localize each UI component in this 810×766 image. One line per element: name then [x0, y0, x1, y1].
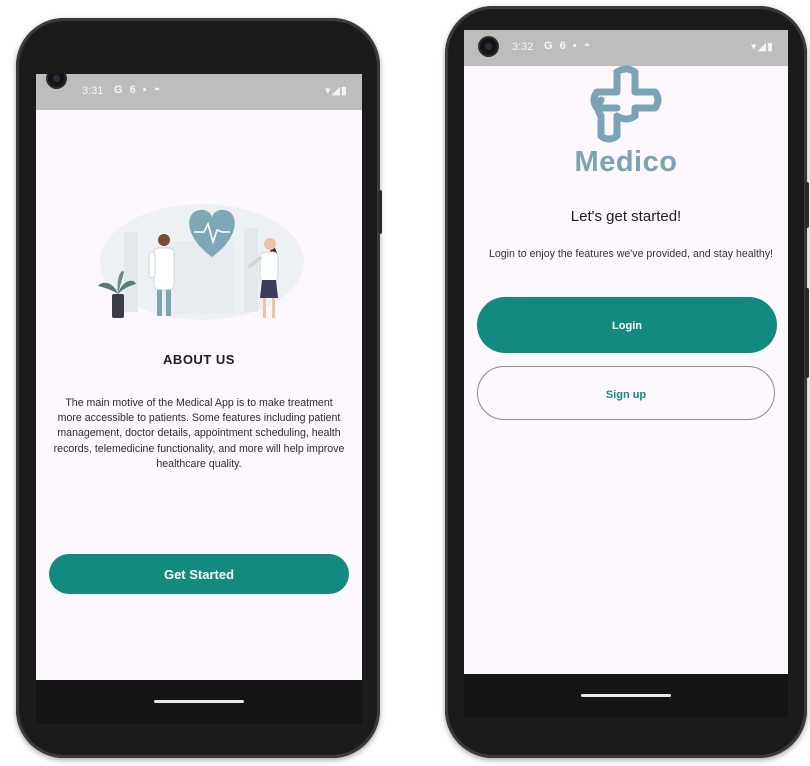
welcome-heading: Let's get started! [570, 208, 682, 225]
welcome-subtext: Login to enjoy the features we've provid… [488, 248, 774, 260]
volume-button [805, 182, 809, 228]
doctors-heart-illustration-icon [98, 204, 304, 320]
signup-button[interactable]: Sign up [477, 366, 775, 420]
camera-icon [480, 38, 497, 55]
about-title: ABOUT US [163, 352, 235, 367]
get-started-button[interactable]: Get Started [49, 554, 349, 594]
status-bar: 3:32 G 6 ▪ ◓ ▾◢▮ [464, 30, 788, 66]
navigation-bar [36, 680, 362, 724]
home-gesture-handle[interactable] [581, 694, 671, 697]
brand-name: Medico [574, 146, 678, 178]
status-bar: 3:31 G 6 ▪ ◓ ▾◢▮ [36, 74, 362, 110]
status-notification-icons: G 6 ▪ ◓ [544, 40, 593, 52]
medico-logo [464, 62, 788, 157]
medical-cross-logo-icon [590, 65, 662, 143]
phone-about: 3:31 G 6 ▪ ◓ ▾◢▮ ABOUT US The main motiv… [16, 18, 382, 758]
status-time: 3:32 [512, 41, 534, 53]
about-screen: 3:31 G 6 ▪ ◓ ▾◢▮ ABOUT US The main motiv… [36, 74, 362, 724]
phone-login: 3:32 G 6 ▪ ◓ ▾◢▮ Medico Let's get starte… [445, 6, 809, 758]
about-description: The main motive of the Medical App is to… [53, 397, 345, 470]
status-time: 3:31 [82, 85, 104, 97]
navigation-bar [464, 674, 788, 718]
volume-button [378, 190, 382, 234]
home-gesture-handle[interactable] [154, 700, 244, 703]
login-screen: 3:32 G 6 ▪ ◓ ▾◢▮ Medico Let's get starte… [464, 30, 788, 718]
status-signal-battery-icons: ▾◢▮ [324, 85, 348, 97]
camera-icon [48, 74, 65, 87]
status-signal-battery-icons: ▾◢▮ [750, 41, 774, 53]
login-button[interactable]: Login [477, 297, 777, 353]
power-button [805, 288, 809, 378]
status-notification-icons: G 6 ▪ ◓ [114, 84, 163, 96]
